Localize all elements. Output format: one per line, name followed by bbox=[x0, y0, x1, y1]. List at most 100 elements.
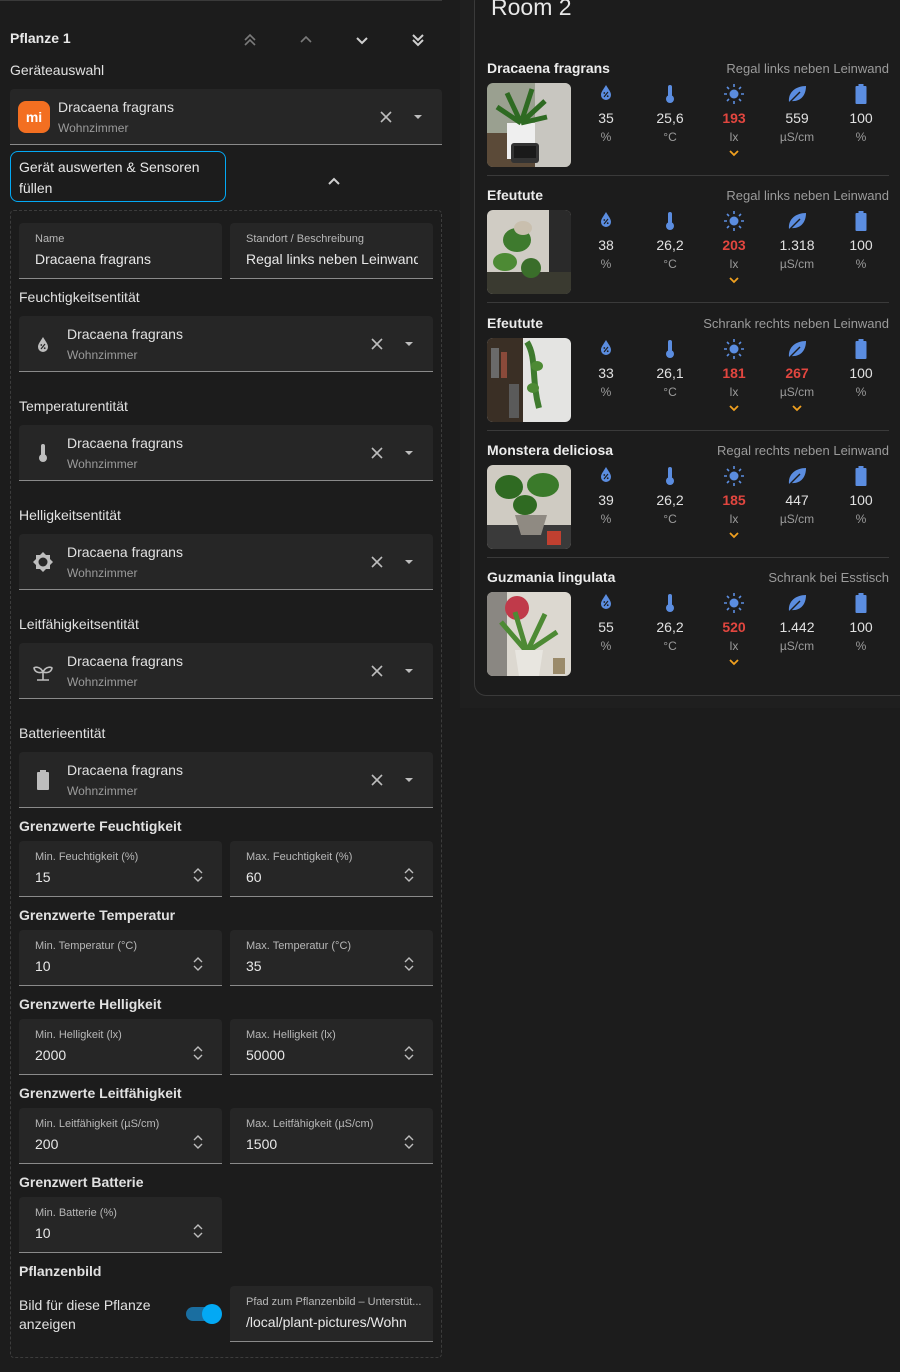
stepper-icon[interactable] bbox=[403, 956, 415, 972]
sensor-0[interactable]: 35 % bbox=[576, 84, 636, 144]
plant-image[interactable] bbox=[487, 338, 571, 422]
sensor-4[interactable]: 100 % bbox=[831, 211, 891, 271]
dropdown-caret[interactable] bbox=[405, 778, 413, 782]
sensor-4[interactable]: 100 % bbox=[831, 593, 891, 653]
collapse-button[interactable] bbox=[324, 172, 344, 192]
sensor-2[interactable]: 203 lx bbox=[704, 211, 764, 289]
sensor-2[interactable]: 181 lx bbox=[704, 339, 764, 417]
clear-conductivity-button[interactable] bbox=[367, 661, 387, 681]
thermometer-icon bbox=[640, 466, 700, 486]
temperature-entity-label: Temperaturentität bbox=[19, 398, 128, 414]
sensor-0[interactable]: 55 % bbox=[576, 593, 636, 653]
image-path-field[interactable]: Pfad zum Pflanzenbild – Unterstüt... /lo… bbox=[230, 1286, 433, 1342]
sensor-unit: µS/cm bbox=[779, 639, 815, 653]
move-down-button[interactable] bbox=[350, 28, 374, 52]
device-dropdown-caret[interactable] bbox=[414, 115, 422, 119]
min-temperature-field[interactable]: Min. Temperatur (°C) 10 bbox=[19, 930, 222, 986]
stepper-icon[interactable] bbox=[403, 867, 415, 883]
close-icon bbox=[371, 774, 383, 786]
field-value: 35 bbox=[246, 958, 262, 974]
sensor-0[interactable]: 39 % bbox=[576, 466, 636, 526]
sensor-4[interactable]: 100 % bbox=[831, 339, 891, 399]
sensor-3[interactable]: 447 µS/cm bbox=[767, 466, 827, 526]
max-conductivity-field[interactable]: Max. Leitfähigkeit (µS/cm) 1500 bbox=[230, 1108, 433, 1164]
brightness-entity-select[interactable]: Dracaena fragrans Wohnzimmer bbox=[19, 534, 433, 590]
stepper-icon[interactable] bbox=[192, 1223, 204, 1239]
sensor-3[interactable]: 559 µS/cm bbox=[767, 84, 827, 144]
field-label: Max. Feuchtigkeit (%) bbox=[246, 851, 353, 863]
stepper-icon[interactable] bbox=[192, 956, 204, 972]
toggle-knob[interactable] bbox=[202, 1304, 222, 1324]
sensor-3[interactable]: 1.318 µS/cm bbox=[767, 211, 827, 271]
max-humidity-field[interactable]: Max. Feuchtigkeit (%) 60 bbox=[230, 841, 433, 897]
sensor-1[interactable]: 26,2 °C bbox=[640, 466, 700, 526]
plant-image[interactable] bbox=[487, 465, 571, 549]
plant-name[interactable]: Efeutute bbox=[487, 187, 543, 203]
max-brightness-field[interactable]: Max. Helligkeit (lx) 50000 bbox=[230, 1019, 433, 1075]
sensor-value: 100 bbox=[849, 619, 873, 635]
clear-temperature-button[interactable] bbox=[367, 443, 387, 463]
stepper-icon[interactable] bbox=[192, 1134, 204, 1150]
stepper-icon[interactable] bbox=[403, 1134, 415, 1150]
sensor-1[interactable]: 26,2 °C bbox=[640, 593, 700, 653]
plant-name[interactable]: Monstera deliciosa bbox=[487, 442, 613, 458]
clear-device-button[interactable] bbox=[376, 107, 396, 127]
sensor-value: 559 bbox=[785, 110, 809, 126]
clear-brightness-button[interactable] bbox=[367, 552, 387, 572]
sensor-value: 26,2 bbox=[656, 237, 684, 253]
conductivity-entity-label: Leitfähigkeitsentität bbox=[19, 616, 139, 632]
clear-humidity-button[interactable] bbox=[367, 334, 387, 354]
plant-image[interactable] bbox=[487, 83, 571, 167]
dropdown-caret[interactable] bbox=[405, 451, 413, 455]
sensor-0[interactable]: 33 % bbox=[576, 339, 636, 399]
dropdown-caret[interactable] bbox=[405, 560, 413, 564]
temperature-entity-select[interactable]: Dracaena fragrans Wohnzimmer bbox=[19, 425, 433, 481]
sensor-1[interactable]: 25,6 °C bbox=[640, 84, 700, 144]
min-brightness-field[interactable]: Min. Helligkeit (lx) 2000 bbox=[19, 1019, 222, 1075]
thermometer-icon bbox=[640, 84, 700, 104]
evaluate-device-button[interactable]: Gerät auswerten & Sensoren füllen bbox=[10, 151, 226, 202]
sensor-4[interactable]: 100 % bbox=[831, 466, 891, 526]
dropdown-caret[interactable] bbox=[405, 342, 413, 346]
stepper-icon[interactable] bbox=[403, 1045, 415, 1061]
clear-battery-button[interactable] bbox=[367, 770, 387, 790]
sensor-1[interactable]: 26,2 °C bbox=[640, 211, 700, 271]
stepper-icon[interactable] bbox=[192, 1045, 204, 1061]
leaf-icon bbox=[767, 593, 827, 613]
location-field[interactable]: Standort / Beschreibung Regal links nebe… bbox=[230, 223, 433, 279]
humidity-entity-select[interactable]: Dracaena fragrans Wohnzimmer bbox=[19, 316, 433, 372]
sensor-2[interactable]: 185 lx bbox=[704, 466, 764, 544]
min-battery-field[interactable]: Min. Batterie (%) 10 bbox=[19, 1197, 222, 1253]
plant-name[interactable]: Guzmania lingulata bbox=[487, 569, 615, 585]
sun-icon bbox=[704, 211, 764, 231]
row-divider bbox=[487, 557, 889, 558]
sensor-unit: °C bbox=[663, 385, 677, 399]
move-up-button[interactable] bbox=[294, 28, 318, 52]
plant-image[interactable] bbox=[487, 210, 571, 294]
plant-name[interactable]: Dracaena fragrans bbox=[487, 60, 610, 76]
device-select[interactable]: mi Dracaena fragrans Wohnzimmer bbox=[10, 89, 442, 145]
plant-name[interactable]: Efeutute bbox=[487, 315, 543, 331]
plant-location: Schrank bei Esstisch bbox=[768, 570, 889, 585]
sensor-1[interactable]: 26,1 °C bbox=[640, 339, 700, 399]
stepper-icon[interactable] bbox=[192, 867, 204, 883]
conductivity-entity-select[interactable]: Dracaena fragrans Wohnzimmer bbox=[19, 643, 433, 699]
field-value: 200 bbox=[35, 1136, 59, 1152]
move-to-top-button[interactable] bbox=[238, 28, 262, 52]
sensor-3[interactable]: 1.442 µS/cm bbox=[767, 593, 827, 653]
sensor-3[interactable]: 267 µS/cm bbox=[767, 339, 827, 417]
dropdown-caret[interactable] bbox=[405, 669, 413, 673]
field-value: 2000 bbox=[35, 1047, 67, 1063]
sensor-4[interactable]: 100 % bbox=[831, 84, 891, 144]
max-temperature-field[interactable]: Max. Temperatur (°C) 35 bbox=[230, 930, 433, 986]
min-conductivity-field[interactable]: Min. Leitfähigkeit (µS/cm) 200 bbox=[19, 1108, 222, 1164]
battery-entity-select[interactable]: Dracaena fragrans Wohnzimmer bbox=[19, 752, 433, 808]
sensor-0[interactable]: 38 % bbox=[576, 211, 636, 271]
plant-image[interactable] bbox=[487, 592, 571, 676]
move-to-bottom-button[interactable] bbox=[406, 28, 430, 52]
name-field[interactable]: Name Dracaena fragrans bbox=[19, 223, 222, 279]
entity-area: Wohnzimmer bbox=[67, 566, 138, 580]
sensor-2[interactable]: 193 lx bbox=[704, 84, 764, 162]
sensor-2[interactable]: 520 lx bbox=[704, 593, 764, 671]
min-humidity-field[interactable]: Min. Feuchtigkeit (%) 15 bbox=[19, 841, 222, 897]
